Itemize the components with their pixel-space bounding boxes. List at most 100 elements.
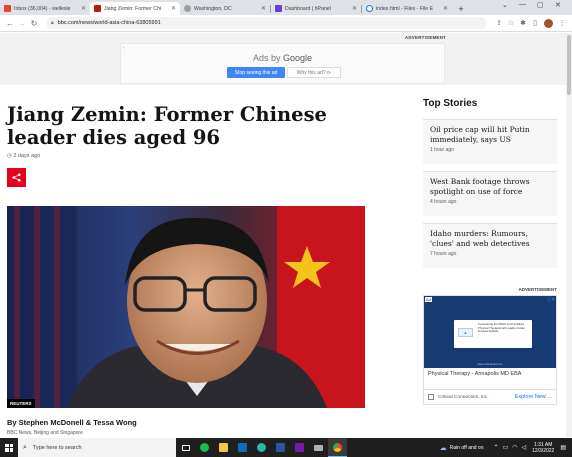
address-bar[interactable]: 🔒︎ bbc.com/news/world-asia-china-6380599… — [46, 17, 487, 29]
gmail-icon — [4, 5, 11, 12]
close-icon[interactable]: ✕ — [171, 5, 176, 12]
search-placeholder: Type here to search — [32, 444, 82, 451]
tab-title: Dashboard | hPanel — [285, 5, 331, 12]
bookmark-star-icon[interactable]: ☆ — [505, 19, 517, 27]
weather-text: Rain off and on — [449, 444, 484, 451]
ad-card-url: www.criticalcare.net — [477, 362, 503, 366]
spotify-icon[interactable] — [195, 438, 214, 457]
clock[interactable]: 1:31 AM 12/3/2022 — [532, 442, 554, 454]
file-explorer-icon[interactable] — [214, 438, 233, 457]
side-ad-image[interactable]: Ad ⓘ✕ ■ Considering the DMVs most qualif… — [424, 296, 556, 368]
scrollbar-thumb[interactable] — [567, 35, 571, 95]
ad-choices-icon[interactable]: ⓘ✕ — [547, 297, 555, 303]
tab-title: Washington, DC — [194, 5, 232, 12]
onenote-icon[interactable] — [290, 438, 309, 457]
edge-icon[interactable] — [252, 438, 271, 457]
close-window-icon[interactable]: ✕ — [555, 1, 561, 9]
explore-link[interactable]: Explore New ... — [515, 394, 552, 400]
share-button[interactable] — [7, 168, 26, 187]
ad-slot: ‹ Ads by Google Stop seeing this ad Why … — [120, 43, 445, 84]
ad-card-text: Considering the DMVs most qualified Phys… — [478, 322, 526, 334]
close-icon[interactable]: ✕ — [443, 5, 448, 12]
extensions-icon[interactable]: ✱ — [517, 19, 529, 27]
byline-location: BBC News, Beijing and Singapore — [7, 430, 83, 436]
ads-by-google: Ads by Google — [121, 53, 444, 63]
restore-icon[interactable]: ▢ — [537, 1, 544, 9]
share-page-icon[interactable]: ⇪ — [493, 19, 505, 27]
ad-back-icon[interactable]: ‹ — [123, 45, 125, 51]
menu-icon[interactable]: ⋮ — [556, 19, 568, 27]
hpanel-icon — [275, 5, 282, 12]
minimize-icon[interactable]: — — [519, 1, 526, 8]
word-icon[interactable] — [271, 438, 290, 457]
outlook-icon[interactable] — [233, 438, 252, 457]
article-timestamp: ◷ 2 days ago — [7, 153, 40, 159]
task-view-icon[interactable] — [176, 438, 195, 457]
stop-seeing-ad-button[interactable]: Stop seeing this ad — [227, 67, 285, 78]
tab-title: index.html - Files - File E — [376, 5, 434, 12]
tab-files[interactable]: index.html - Files - File E ✕ — [362, 2, 452, 15]
notifications-icon[interactable]: ▤ — [560, 444, 566, 451]
article-byline: By Stephen McDonell & Tessa Wong — [7, 418, 137, 427]
tab-washington[interactable]: Washington, DC ✕ — [180, 2, 270, 15]
url-text: bbc.com/news/world-asia-china-63805991 — [57, 20, 161, 26]
reload-icon[interactable]: ↻ — [28, 19, 40, 28]
tab-gmail[interactable]: Inbox (36,004) - wellesle ✕ — [0, 2, 90, 15]
side-ad-headline[interactable]: Physical Therapy - Annapolis MD EBA — [428, 371, 521, 377]
tab-title: Jiang Zemin: Former Chi — [104, 5, 162, 12]
tab-search-icon[interactable]: ⌄ — [502, 1, 508, 9]
story-headline[interactable]: West Bank footage throws spotlight on us… — [430, 177, 550, 196]
start-button[interactable] — [0, 438, 18, 457]
sidebar-icon[interactable]: ▯ — [529, 19, 541, 27]
chrome-icon[interactable] — [328, 438, 347, 457]
page-viewport: ADVERTISEMENT ‹ Ads by Google Stop seein… — [0, 33, 566, 437]
volume-icon[interactable]: ◁ — [521, 444, 526, 451]
clock-date: 12/3/2022 — [532, 447, 555, 454]
weather-widget[interactable]: ☁ Rain off and on — [440, 444, 484, 452]
ad-tag: Ad — [425, 297, 432, 302]
new-tab-button[interactable]: + — [456, 2, 466, 15]
close-icon[interactable]: ✕ — [81, 5, 86, 12]
tab-title: Inbox (36,004) - wellesle — [14, 5, 71, 12]
portrait-image — [7, 206, 365, 408]
wifi-icon[interactable]: ◠ — [512, 444, 517, 451]
bbc-icon — [94, 5, 101, 12]
rain-cloud-icon: ☁ — [439, 444, 447, 452]
clock-icon: ◷ — [7, 153, 12, 159]
globe-icon — [184, 5, 191, 12]
clock-time: 1:31 AM — [534, 441, 553, 448]
side-ad-label: ADVERTISEMENT — [518, 287, 557, 292]
system-tray: ☁ Rain off and on ⌃ ▭ ◠ ◁ 1:31 AM 12/3/2… — [440, 438, 572, 457]
network-icon[interactable]: ▭ — [503, 444, 509, 451]
share-icon — [12, 173, 21, 182]
why-this-ad-button[interactable]: Why this ad? ⊳ — [287, 67, 341, 78]
top-story-item[interactable]: West Bank footage throws spotlight on us… — [423, 171, 557, 216]
back-icon[interactable]: ← — [4, 19, 16, 28]
tab-hpanel[interactable]: Dashboard | hPanel ✕ — [271, 2, 361, 15]
close-icon[interactable]: ✕ — [261, 5, 266, 12]
windows-taskbar: ⌕ Type here to search ☁ Rain off and on … — [0, 438, 572, 457]
google-text: Google — [283, 53, 313, 63]
laptop-icon[interactable] — [309, 438, 328, 457]
close-icon[interactable]: ✕ — [352, 5, 357, 12]
ad-logo: ■ — [458, 328, 473, 337]
profile-avatar[interactable] — [544, 18, 553, 28]
lock-icon[interactable]: 🔒︎ — [51, 20, 54, 26]
taskbar-search[interactable]: ⌕ Type here to search — [18, 438, 176, 457]
top-story-item[interactable]: Idaho murders: Rumours, 'clues' and web … — [423, 223, 557, 268]
tab-strip: Inbox (36,004) - wellesle ✕ Jiang Zemin:… — [0, 0, 572, 15]
timestamp-text: 2 days ago — [13, 153, 41, 159]
story-time: 4 hours ago — [430, 199, 457, 205]
company-icon — [428, 394, 434, 400]
side-ad[interactable]: Ad ⓘ✕ ■ Considering the DMVs most qualif… — [423, 295, 557, 405]
ad-card: ■ Considering the DMVs most qualified Ph… — [454, 320, 532, 348]
story-headline[interactable]: Oil price cap will hit Putin immediately… — [430, 125, 550, 144]
chevron-up-icon[interactable]: ⌃ — [494, 444, 499, 451]
story-headline[interactable]: Idaho murders: Rumours, 'clues' and web … — [430, 229, 550, 248]
top-story-item[interactable]: Oil price cap will hit Putin immediately… — [423, 119, 557, 164]
side-ad-footer: Critical Connection, Inc. Explore New ..… — [424, 389, 556, 404]
files-icon — [366, 5, 373, 12]
ad-company: Critical Connection, Inc. — [438, 394, 489, 400]
forward-icon[interactable]: → — [16, 19, 28, 28]
tab-bbc[interactable]: Jiang Zemin: Former Chi ✕ — [90, 2, 180, 15]
